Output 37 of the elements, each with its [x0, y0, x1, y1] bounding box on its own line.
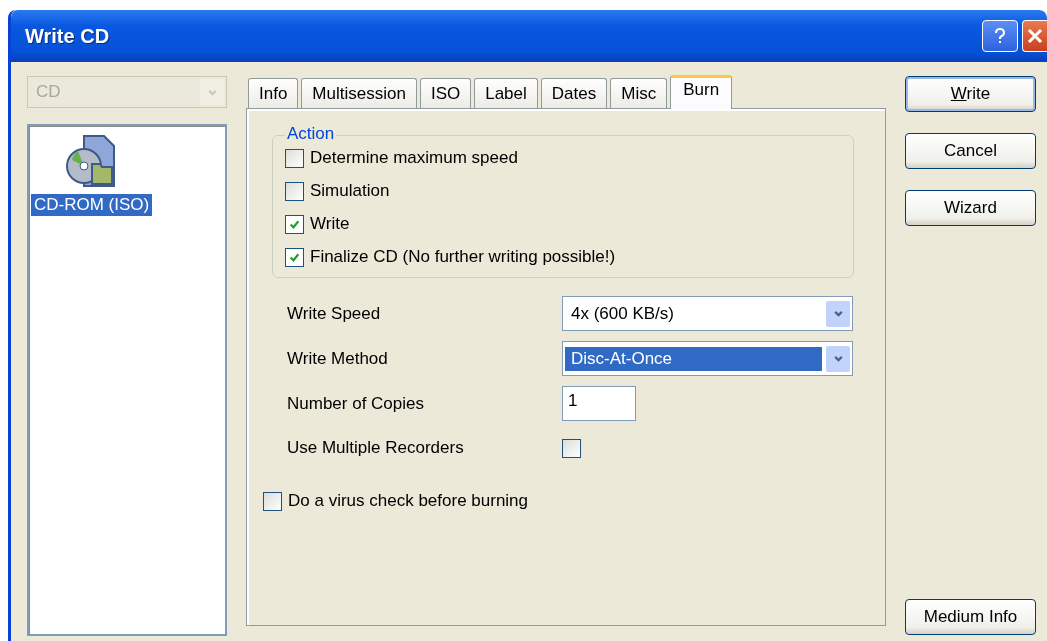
tab[interactable]: Info — [248, 78, 299, 108]
checkbox-label: Do a virus check before burning — [288, 491, 529, 511]
checkbox[interactable] — [285, 148, 304, 168]
dropdown[interactable]: Disc-At-Once — [562, 341, 853, 376]
tab[interactable]: Multisession — [301, 78, 417, 108]
checkbox[interactable] — [285, 247, 304, 267]
setting-label: Write Method — [287, 348, 389, 369]
checkbox[interactable] — [285, 214, 304, 234]
setting-label: Number of Copies — [287, 393, 425, 414]
setting-label: Use Multiple Recorders — [287, 438, 465, 458]
tab[interactable]: Burn — [670, 75, 733, 109]
help-icon[interactable] — [982, 20, 1018, 52]
tab[interactable]: Dates — [540, 78, 608, 108]
dropdown-value: Disc-At-Once — [565, 346, 822, 371]
checkmark-icon — [289, 218, 300, 230]
close-icon[interactable] — [1022, 20, 1047, 52]
dialog-button[interactable]: Wizard — [905, 190, 1036, 226]
checkbox-label: Finalize CD (No further writing possible!) — [310, 247, 616, 267]
tab[interactable]: Misc — [610, 78, 668, 108]
medium-info-button[interactable]: Medium Info — [905, 599, 1036, 635]
dropdown-value: 4x (600 KB/s) — [570, 302, 675, 325]
dialog-button[interactable]: Write — [905, 76, 1036, 112]
dropdown[interactable]: 4x (600 KB/s) — [562, 296, 853, 331]
checkbox[interactable] — [263, 491, 282, 511]
checkbox-label: Write — [310, 214, 350, 234]
tab[interactable]: ISO — [419, 78, 472, 108]
checkmark-icon — [289, 251, 300, 263]
input-field[interactable]: 1 — [562, 386, 636, 421]
checkbox-label: Determine maximum speed — [310, 148, 518, 168]
list-item[interactable]: CD-ROM (ISO) — [31, 194, 153, 216]
checkbox-label: Simulation — [310, 181, 390, 201]
tab[interactable]: Label — [474, 78, 538, 108]
checkbox[interactable] — [285, 181, 304, 201]
checkbox[interactable] — [562, 438, 581, 458]
window-title: Write CD — [25, 24, 111, 48]
setting-label: Write Speed — [287, 303, 382, 324]
dialog-button[interactable]: Cancel — [905, 133, 1036, 169]
